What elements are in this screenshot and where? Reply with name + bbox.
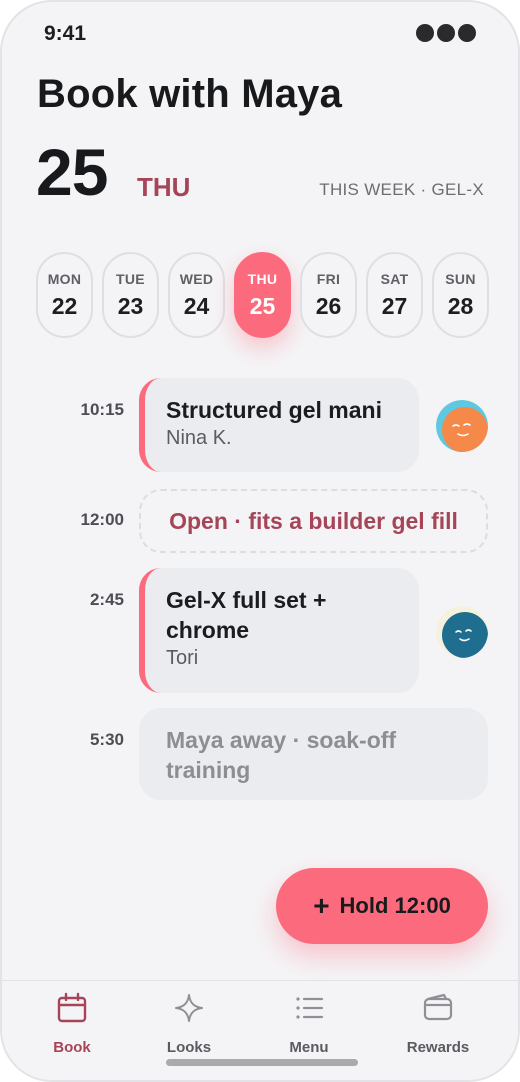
day-pill-number: 24 <box>183 292 210 319</box>
week-meta-label: THIS WEEK · GEL-X <box>319 180 484 199</box>
status-dot-icon <box>458 24 476 42</box>
status-dot-icon <box>416 24 434 42</box>
plus-icon: + <box>313 890 330 921</box>
day-pill-wed[interactable]: WED 24 <box>168 252 225 338</box>
away-line2: training <box>166 757 251 783</box>
day-pill-number: 26 <box>315 292 342 319</box>
tab-rewards[interactable]: Rewards <box>388 991 488 1056</box>
sparkle-icon <box>172 991 206 1025</box>
appointment-client: Nina K. <box>166 427 232 449</box>
open-slot[interactable]: Open · fits a builder gel fill <box>139 489 488 553</box>
day-pill-number: 23 <box>117 292 144 319</box>
list-icon <box>292 991 326 1025</box>
hold-slot-label: Hold 12:00 <box>339 893 451 918</box>
calendar-icon <box>55 991 89 1025</box>
slot-time: 10:15 <box>80 400 124 419</box>
day-pill-number: 27 <box>381 292 408 319</box>
slot-time: 12:00 <box>80 510 124 529</box>
tab-label: Looks <box>166 1039 212 1056</box>
day-pill-number: 28 <box>447 292 474 319</box>
day-pill-number: 25 <box>249 292 276 319</box>
selected-date-day: THU <box>137 172 191 202</box>
selected-date-number: 25 <box>36 135 108 209</box>
appointment-card[interactable]: Gel-X full set + chrome Tori <box>139 568 419 693</box>
tab-bar: Book Looks Menu Rewards <box>2 980 518 1080</box>
away-line1: Maya away · soak-off <box>166 727 397 753</box>
tab-book[interactable]: Book <box>22 991 122 1056</box>
day-pill-weekday: SUN <box>445 270 476 287</box>
day-pill-weekday: MON <box>47 270 82 287</box>
day-pill-sat[interactable]: SAT 27 <box>366 252 423 338</box>
day-pill-weekday: FRI <box>316 270 341 287</box>
day-pill-weekday: THU <box>247 270 278 287</box>
away-block: Maya away · soak-off training <box>139 708 488 800</box>
day-pill-sun[interactable]: SUN 28 <box>432 252 489 338</box>
appointment-card[interactable]: Structured gel mani Nina K. <box>139 378 419 472</box>
day-pill-thu[interactable]: THU 25 <box>234 252 291 338</box>
page-title: Book with Maya <box>37 72 343 116</box>
day-pill-weekday: TUE <box>116 270 145 287</box>
tab-label: Menu <box>289 1039 329 1056</box>
appointment-title-line2: chrome <box>166 617 250 643</box>
client-avatar <box>436 606 488 658</box>
slot-time: 5:30 <box>89 730 124 749</box>
slot-time: 2:45 <box>89 590 124 609</box>
wallet-icon <box>421 991 455 1025</box>
day-pill-fri[interactable]: FRI 26 <box>300 252 357 338</box>
status-indicator-icons <box>416 24 476 42</box>
status-time: 9:41 <box>44 22 87 45</box>
phone-frame: 9:41 Book with Maya 25 THU THIS WEEK · G… <box>0 0 520 1082</box>
day-pill-number: 22 <box>51 292 78 319</box>
day-pill-mon[interactable]: MON 22 <box>36 252 93 338</box>
hold-slot-button[interactable]: + Hold 12:00 <box>276 868 488 944</box>
appointment-client: Tori <box>166 647 199 669</box>
tab-menu[interactable]: Menu <box>259 991 359 1056</box>
day-selector: MON 22 TUE 23 WED 24 THU 25 FRI 26 SAT 2… <box>36 252 489 338</box>
avatar-face-icon <box>436 606 488 658</box>
home-indicator[interactable] <box>166 1059 358 1066</box>
status-dot-icon <box>437 24 455 42</box>
day-pill-weekday: SAT <box>380 270 409 287</box>
tab-label: Rewards <box>406 1039 470 1056</box>
tab-label: Book <box>53 1039 91 1056</box>
day-pill-weekday: WED <box>179 270 214 287</box>
appointment-title: Structured gel mani <box>166 397 382 423</box>
appointment-title-line1: Gel-X full set + <box>166 587 327 613</box>
day-pill-tue[interactable]: TUE 23 <box>102 252 159 338</box>
client-avatar <box>436 400 488 452</box>
tab-looks[interactable]: Looks <box>139 991 239 1056</box>
avatar-face-icon <box>436 400 488 452</box>
